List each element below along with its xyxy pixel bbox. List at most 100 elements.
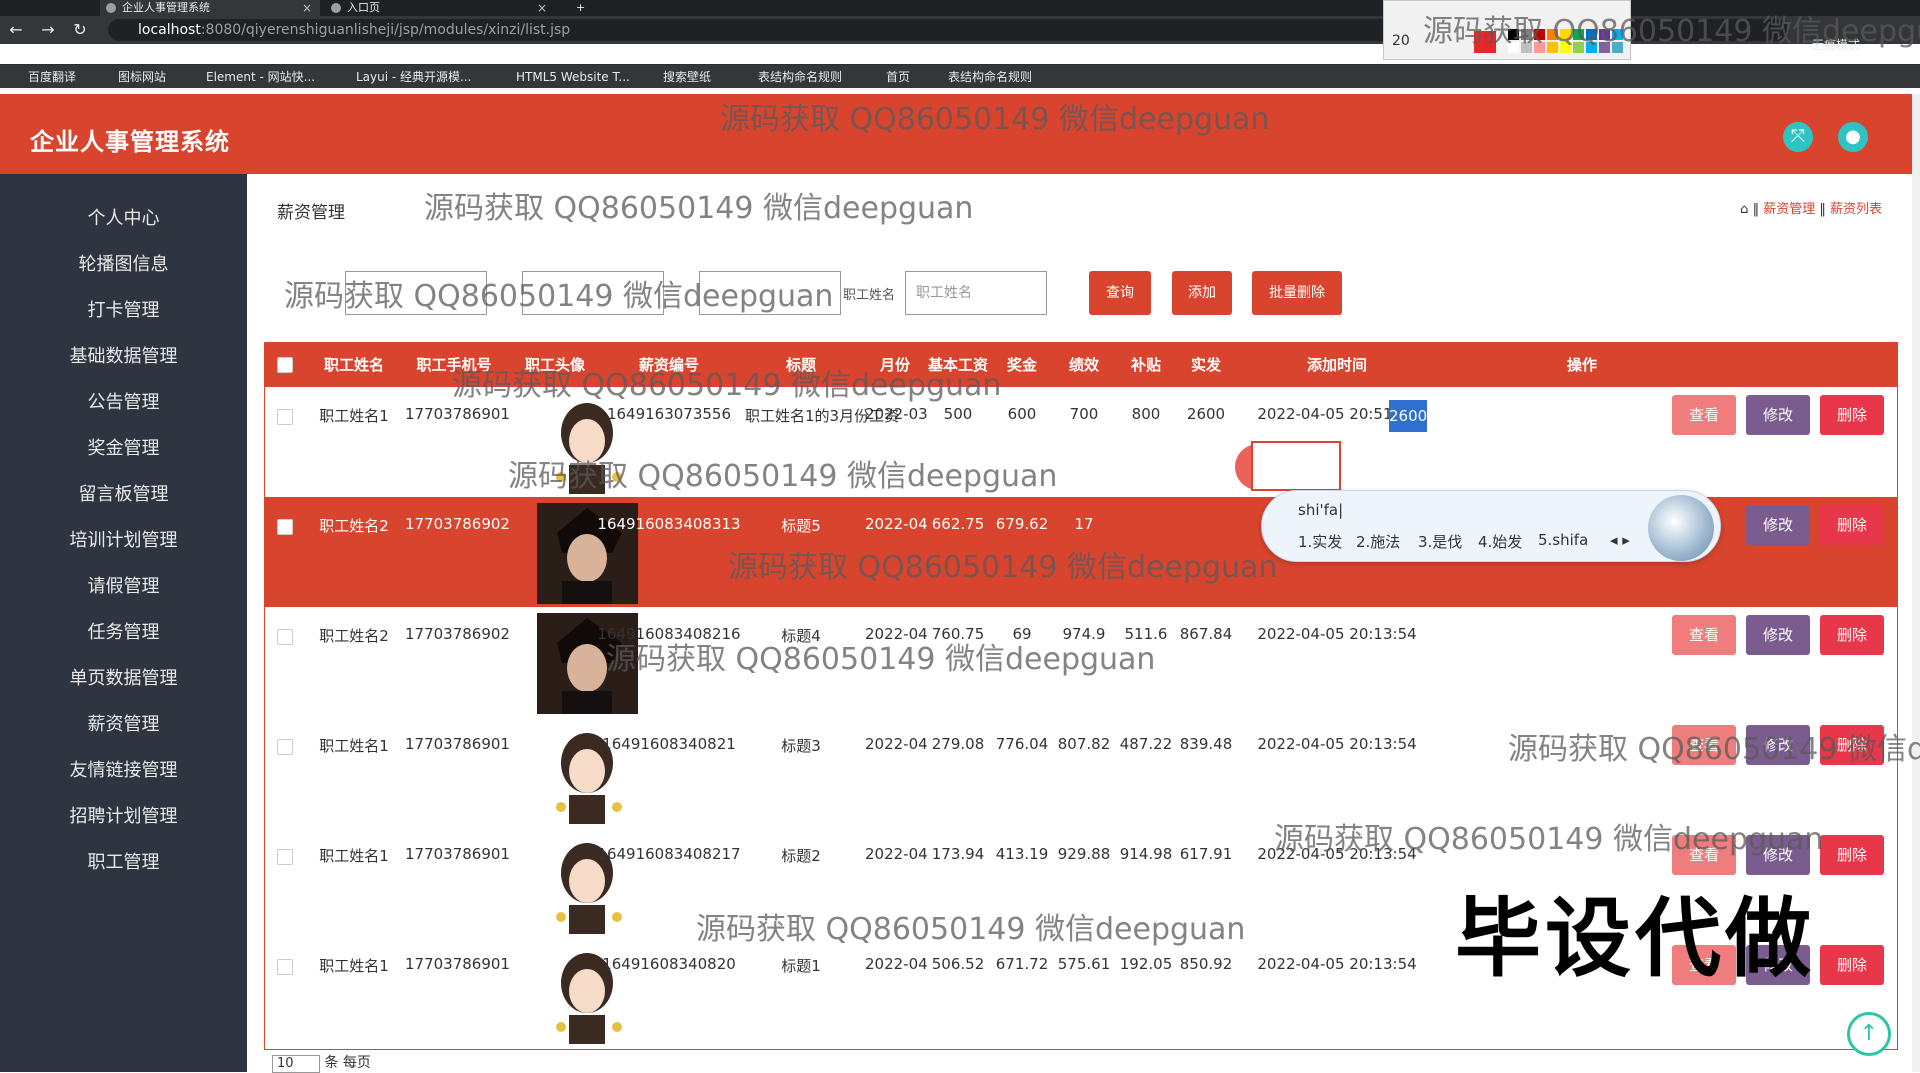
- table-cell: 16491608340821: [602, 735, 736, 753]
- table-cell: 16491608340820: [602, 955, 736, 973]
- app-title: 企业人事管理系统: [30, 128, 230, 156]
- delete-button[interactable]: 删除: [1820, 945, 1884, 985]
- close-tab-icon[interactable]: ×: [537, 0, 547, 16]
- table-cell: 600: [1007, 405, 1037, 423]
- back-arrow-icon[interactable]: ←: [6, 20, 26, 40]
- delete-button[interactable]: 删除: [1820, 395, 1884, 435]
- palette-size[interactable]: 20: [1392, 33, 1410, 49]
- table-cell: 700: [1069, 405, 1099, 423]
- sidebar-item[interactable]: 薪资管理: [0, 702, 247, 748]
- ime-candidate-popup[interactable]: shi'fa| 1.实发 2.施法 3.是伐 4.始发 5.shifa ◂ ▸: [1261, 490, 1721, 562]
- sidebar-item[interactable]: 个人中心: [0, 196, 247, 242]
- sidebar-item[interactable]: 单页数据管理: [0, 656, 247, 702]
- query-button[interactable]: 查询: [1089, 271, 1151, 315]
- ime-candidate[interactable]: 4.始发: [1478, 531, 1522, 552]
- batch-delete-button[interactable]: 批量删除: [1252, 271, 1342, 315]
- table-cell: 776.04: [995, 735, 1049, 753]
- page-size-select[interactable]: 10: [272, 1055, 320, 1073]
- table-cell: 职工姓名1: [319, 407, 389, 425]
- ime-next-page-icon[interactable]: ◂ ▸: [1610, 531, 1630, 549]
- sidebar-item[interactable]: 职工管理: [0, 840, 247, 886]
- row-checkbox[interactable]: [277, 409, 293, 425]
- select-all-checkbox[interactable]: [277, 357, 293, 373]
- edit-button[interactable]: 修改: [1746, 395, 1810, 435]
- selected-net-cell[interactable]: 2600: [1389, 400, 1427, 432]
- bookmark-item[interactable]: 表结构命名规则: [930, 69, 1032, 85]
- table-cell: 914.98: [1119, 845, 1173, 863]
- ime-candidate[interactable]: 3.是伐: [1418, 531, 1462, 552]
- bookmark-item[interactable]: 表结构命名规则: [740, 69, 842, 85]
- user-icon[interactable]: ●: [1838, 122, 1868, 152]
- sidebar-item[interactable]: 培训计划管理: [0, 518, 247, 564]
- edit-button[interactable]: 修改: [1746, 505, 1810, 545]
- ime-candidate[interactable]: 5.shifa: [1538, 531, 1588, 549]
- bookmark-item[interactable]: 图标网站: [100, 69, 166, 85]
- employee-name-input[interactable]: 职工姓名: [905, 271, 1047, 315]
- bookmark-item[interactable]: 首页: [868, 69, 910, 85]
- page-scrollbar[interactable]: [1912, 94, 1920, 1072]
- ime-candidate[interactable]: 1.实发: [1298, 531, 1342, 552]
- sidebar-item[interactable]: 奖金管理: [0, 426, 247, 472]
- table-cell: 17703786901: [405, 955, 510, 973]
- row-checkbox[interactable]: [277, 519, 293, 535]
- delete-button[interactable]: 删除: [1820, 615, 1884, 655]
- sidebar-item[interactable]: 任务管理: [0, 610, 247, 656]
- row-checkbox[interactable]: [277, 629, 293, 645]
- watermark-text: 源码获取 QQ86050149 微信deepguan: [1274, 822, 1824, 857]
- sidebar-item[interactable]: 友情链接管理: [0, 748, 247, 794]
- column-header: 添加时间: [1306, 356, 1367, 374]
- new-tab-button[interactable]: +: [570, 0, 594, 16]
- ime-globe-icon: [1648, 495, 1714, 561]
- bookmark-item[interactable]: HTML5 Website T...: [498, 69, 630, 85]
- tab-label: 企业人事管理系统: [122, 1, 210, 14]
- sidebar-item[interactable]: 打卡管理: [0, 288, 247, 334]
- table-cell: 506.52: [931, 955, 985, 973]
- table-cell: 2022-03: [865, 405, 928, 423]
- delete-button[interactable]: 删除: [1820, 505, 1884, 545]
- view-button[interactable]: 查看: [1672, 395, 1736, 435]
- sidebar-item[interactable]: 轮播图信息: [0, 242, 247, 288]
- sidebar-item[interactable]: 招聘计划管理: [0, 794, 247, 840]
- page-title: 薪资管理: [277, 203, 345, 223]
- row-checkbox[interactable]: [277, 849, 293, 865]
- reload-icon[interactable]: ↻: [70, 20, 90, 40]
- table-cell: 2022-04-05 20:13:54: [1257, 735, 1417, 753]
- bookmark-item[interactable]: 百度翻译: [10, 69, 76, 85]
- watermark-text: 源码获取 QQ86050149 微信deepguan: [424, 191, 974, 226]
- fullscreen-icon[interactable]: ⤧: [1783, 122, 1813, 152]
- tab-entry[interactable]: 入口页 ×: [325, 0, 555, 16]
- tab-favicon-icon: [331, 3, 341, 13]
- watermark-text: 源码获取 QQ86050149 微信deepguan: [452, 368, 1002, 403]
- row-checkbox[interactable]: [277, 739, 293, 755]
- column-header: 实发: [1190, 356, 1221, 374]
- table-cell: 标题5: [781, 517, 821, 535]
- table-cell: 职工姓名2: [319, 627, 389, 645]
- table-cell: 662.75: [931, 515, 985, 533]
- annotation-text-box[interactable]: [1251, 441, 1341, 491]
- ime-candidate[interactable]: 2.施法: [1356, 531, 1400, 552]
- table-cell: 671.72: [995, 955, 1049, 973]
- sidebar-item[interactable]: 公告管理: [0, 380, 247, 426]
- sidebar-item[interactable]: 基础数据管理: [0, 334, 247, 380]
- bookmark-item[interactable]: Element - 网站快...: [188, 69, 315, 85]
- sidebar-item[interactable]: 留言板管理: [0, 472, 247, 518]
- table-cell: 职工姓名1: [319, 957, 389, 975]
- back-to-top-icon[interactable]: ↑: [1847, 1012, 1891, 1056]
- edit-button[interactable]: 修改: [1746, 615, 1810, 655]
- table-cell: 17703786901: [405, 735, 510, 753]
- tab-app[interactable]: 企业人事管理系统 ×: [100, 0, 320, 16]
- sidebar-item[interactable]: 请假管理: [0, 564, 247, 610]
- home-icon[interactable]: ⌂: [1740, 202, 1748, 217]
- view-button[interactable]: 查看: [1672, 615, 1736, 655]
- delete-button[interactable]: 删除: [1820, 835, 1884, 875]
- bookmark-item[interactable]: Layui - 经典开源模...: [338, 69, 471, 85]
- bookmark-item[interactable]: 搜索壁纸: [645, 69, 711, 85]
- watermark-text: 源码获取 QQ86050149 微信deepguan: [720, 102, 1270, 137]
- close-tab-icon[interactable]: ×: [302, 0, 312, 16]
- breadcrumb-item[interactable]: 薪资管理: [1763, 202, 1815, 217]
- search-label-name: 职工姓名: [843, 288, 896, 303]
- add-button[interactable]: 添加: [1172, 271, 1232, 315]
- row-checkbox[interactable]: [277, 959, 293, 975]
- forward-arrow-icon[interactable]: →: [38, 20, 58, 40]
- pagination: 10 条 每页: [272, 1052, 371, 1073]
